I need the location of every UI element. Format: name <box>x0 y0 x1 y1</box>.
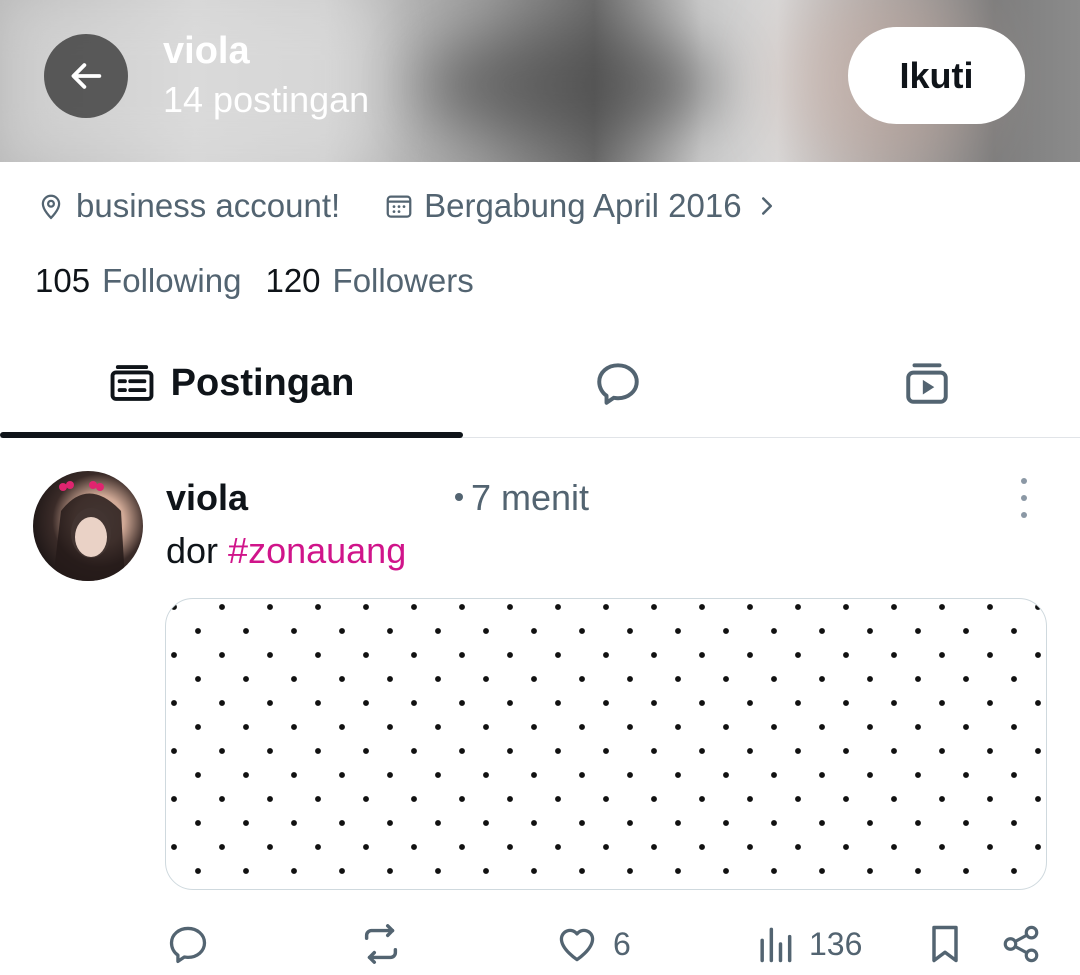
followers-link[interactable]: 120 Followers <box>265 262 473 300</box>
replies-icon <box>597 363 639 405</box>
avatar[interactable] <box>33 471 143 581</box>
location-text: business account! <box>76 187 341 224</box>
joined-text: Bergabung April 2016 <box>424 187 742 224</box>
followers-label: Followers <box>332 262 474 299</box>
tab-replies[interactable] <box>463 328 773 438</box>
share-button[interactable] <box>1000 920 1042 968</box>
like-count: 6 <box>613 925 631 962</box>
following-link[interactable]: 105 Following <box>35 262 241 300</box>
chevron-right-icon <box>761 197 772 215</box>
arrow-left-icon <box>71 63 102 89</box>
back-button[interactable] <box>44 34 128 118</box>
bookmark-icon <box>932 925 958 963</box>
active-tab-indicator <box>0 432 463 438</box>
header-name: viola <box>163 30 250 72</box>
post-time: 7 menit <box>455 477 589 519</box>
tab-media[interactable] <box>773 328 1080 438</box>
location-item: business account! <box>36 187 340 225</box>
post-media-image[interactable] <box>165 598 1047 890</box>
view-count: 136 <box>809 925 863 962</box>
follow-counts: 105 Following 120 Followers <box>35 262 474 300</box>
calendar-icon <box>386 195 412 218</box>
post-author[interactable]: viola <box>166 477 248 519</box>
header-post-count: 14 postingan <box>163 79 370 120</box>
reply-button[interactable] <box>166 920 210 968</box>
share-icon <box>1003 925 1039 963</box>
follow-button[interactable]: Ikuti <box>848 27 1025 124</box>
repost-button[interactable] <box>358 920 404 968</box>
repost-icon <box>364 924 398 964</box>
more-options-button[interactable] <box>1014 478 1034 518</box>
joined-date[interactable]: Bergabung April 2016 <box>384 187 787 225</box>
analytics-icon <box>760 927 792 963</box>
profile-tabs: Postingan <box>0 328 1080 438</box>
posts-icon <box>110 365 154 401</box>
post-text: dor #zonauang <box>166 530 406 572</box>
following-count: 105 <box>35 262 91 299</box>
heart-icon <box>559 928 595 962</box>
post-hashtag[interactable]: #zonauang <box>228 530 406 571</box>
followers-count: 120 <box>265 262 321 299</box>
tab-posts-label: Postingan <box>170 361 355 404</box>
avatar-image <box>53 481 125 581</box>
post-time-text: 7 menit <box>471 477 590 518</box>
reply-icon <box>169 926 207 964</box>
like-button[interactable]: 6 <box>555 920 631 968</box>
bookmark-button[interactable] <box>925 920 965 968</box>
tab-posts[interactable]: Postingan <box>0 328 463 438</box>
following-label: Following <box>102 262 242 299</box>
profile-meta: business account! Bergabung April 2016 <box>36 184 788 228</box>
post-text-body: dor <box>166 530 219 571</box>
media-icon <box>905 363 948 404</box>
location-pin-icon <box>41 194 61 220</box>
views-button[interactable]: 136 <box>755 920 862 968</box>
